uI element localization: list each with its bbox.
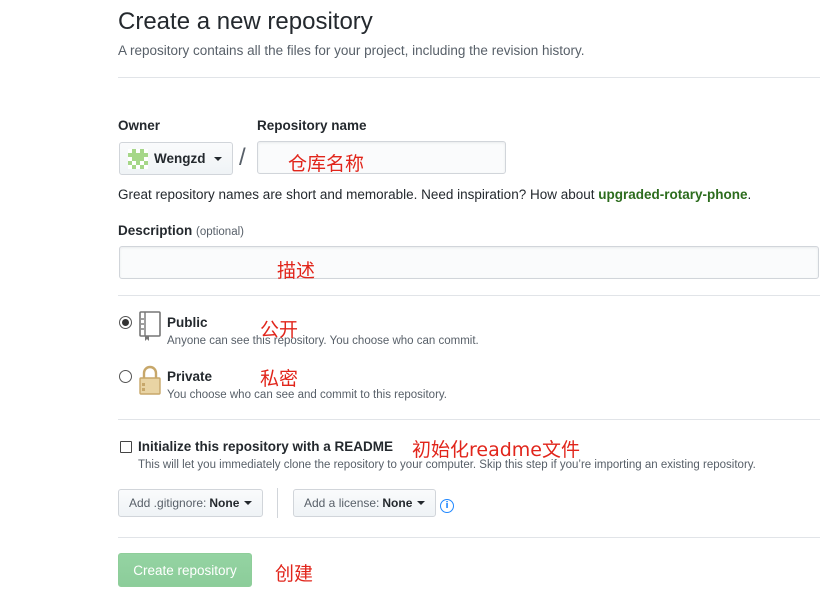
- public-option-description: Anyone can see this repository. You choo…: [167, 335, 479, 347]
- page-title: Create a new repository: [118, 8, 373, 35]
- suggested-name-link[interactable]: upgraded-rotary-phone: [598, 187, 747, 202]
- repo-book-icon: [138, 310, 162, 347]
- license-select-button[interactable]: Add a license: None: [293, 489, 437, 517]
- gitignore-value: None: [209, 496, 240, 510]
- create-annotation: 创建: [275, 563, 314, 585]
- name-suggestion-hint: Great repository names are short and mem…: [118, 187, 751, 202]
- owner-dropdown-button[interactable]: Wengzd: [119, 142, 233, 175]
- lock-icon: [138, 364, 162, 401]
- page-subtitle: A repository contains all the files for …: [118, 43, 585, 58]
- owner-repo-separator: /: [239, 144, 246, 171]
- readme-annotation: 初始化readme文件: [412, 439, 580, 461]
- private-option-description: You choose who can see and commit to thi…: [167, 389, 447, 401]
- new-repository-page: Create a new repository A repository con…: [0, 0, 838, 615]
- repo-name-label: Repository name: [257, 118, 367, 133]
- license-value: None: [382, 496, 413, 510]
- description-annotation: 描述: [277, 260, 316, 282]
- owner-name: Wengzd: [154, 151, 206, 166]
- gitignore-label: Add .gitignore:: [129, 496, 207, 510]
- chevron-down-icon: [417, 501, 426, 505]
- gitignore-select-button[interactable]: Add .gitignore: None: [118, 489, 264, 517]
- divider: [118, 295, 820, 296]
- divider: [118, 419, 820, 420]
- public-option-title: Public: [167, 315, 208, 330]
- repo-name-annotation: 仓库名称: [288, 153, 365, 175]
- description-label: Description (optional): [118, 223, 244, 238]
- private-option-title: Private: [167, 369, 213, 384]
- description-label-text: Description: [118, 223, 193, 238]
- owner-label: Owner: [118, 118, 161, 133]
- divider: [118, 537, 820, 538]
- hint-end: .: [747, 187, 752, 202]
- readme-option-title: Initialize this repository with a README: [138, 439, 394, 454]
- chevron-down-icon: [213, 156, 222, 161]
- private-annotation: 私密: [260, 368, 299, 390]
- private-radio[interactable]: [119, 370, 132, 383]
- description-input[interactable]: [119, 246, 819, 279]
- chevron-down-icon: [244, 501, 253, 505]
- optional-tag: (optional): [196, 226, 244, 238]
- info-icon[interactable]: i: [440, 499, 454, 513]
- avatar: [128, 148, 148, 169]
- public-annotation: 公开: [260, 319, 299, 341]
- divider: [118, 77, 820, 78]
- license-label: Add a license:: [304, 496, 380, 510]
- public-radio[interactable]: [119, 316, 132, 329]
- divider: [277, 488, 278, 518]
- hint-text: Great repository names are short and mem…: [118, 187, 599, 202]
- initialize-readme-checkbox[interactable]: [120, 441, 132, 453]
- create-repository-button[interactable]: Create repository: [118, 553, 252, 587]
